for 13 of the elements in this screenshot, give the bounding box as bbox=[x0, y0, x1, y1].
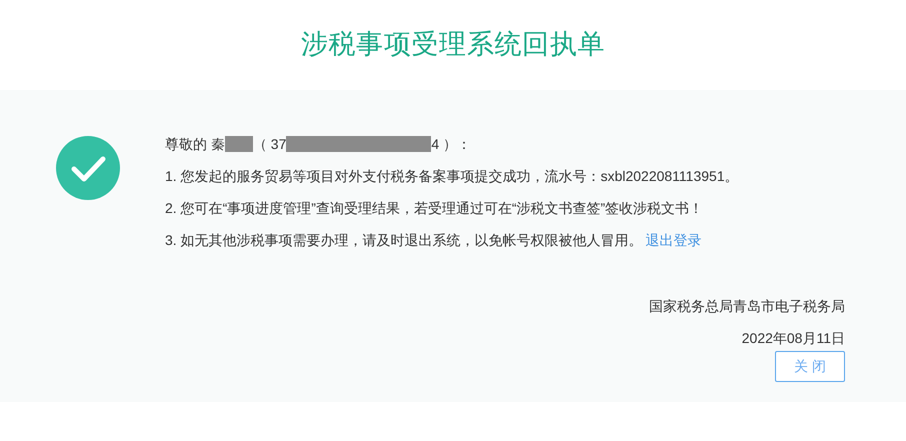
receipt-message: 2. 您可在“事项进度管理”查询受理结果，若受理通过可在“涉税文书查签”签收涉税文书！ bbox=[165, 200, 704, 216]
issuer-name: 国家税务总局青岛市电子税务局 bbox=[649, 297, 845, 316]
greeting-text: 尊敬的 秦 bbox=[165, 135, 225, 154]
taxpayer-id-prefix: （ 37 bbox=[252, 135, 286, 154]
page-title: 涉税事项受理系统回执单 bbox=[300, 28, 606, 62]
success-check-icon bbox=[56, 136, 120, 200]
receipt-message: 3. 如无其他涉税事项需要办理，请及时退出系统，以免帐号权限被他人冒用。 bbox=[165, 232, 643, 248]
logout-link[interactable]: 退出登录 bbox=[646, 232, 702, 248]
receipt-message: 1. 您发起的服务贸易等项目对外支付税务备案事项提交成功，流水号：sxbl2022081113951。 bbox=[165, 168, 739, 184]
redaction-block bbox=[224, 136, 253, 152]
receipt-date: 2022年08月11日 bbox=[742, 329, 845, 348]
taxpayer-id-suffix: 4 ）： bbox=[431, 135, 472, 154]
close-button[interactable]: 关 闭 bbox=[775, 351, 845, 382]
